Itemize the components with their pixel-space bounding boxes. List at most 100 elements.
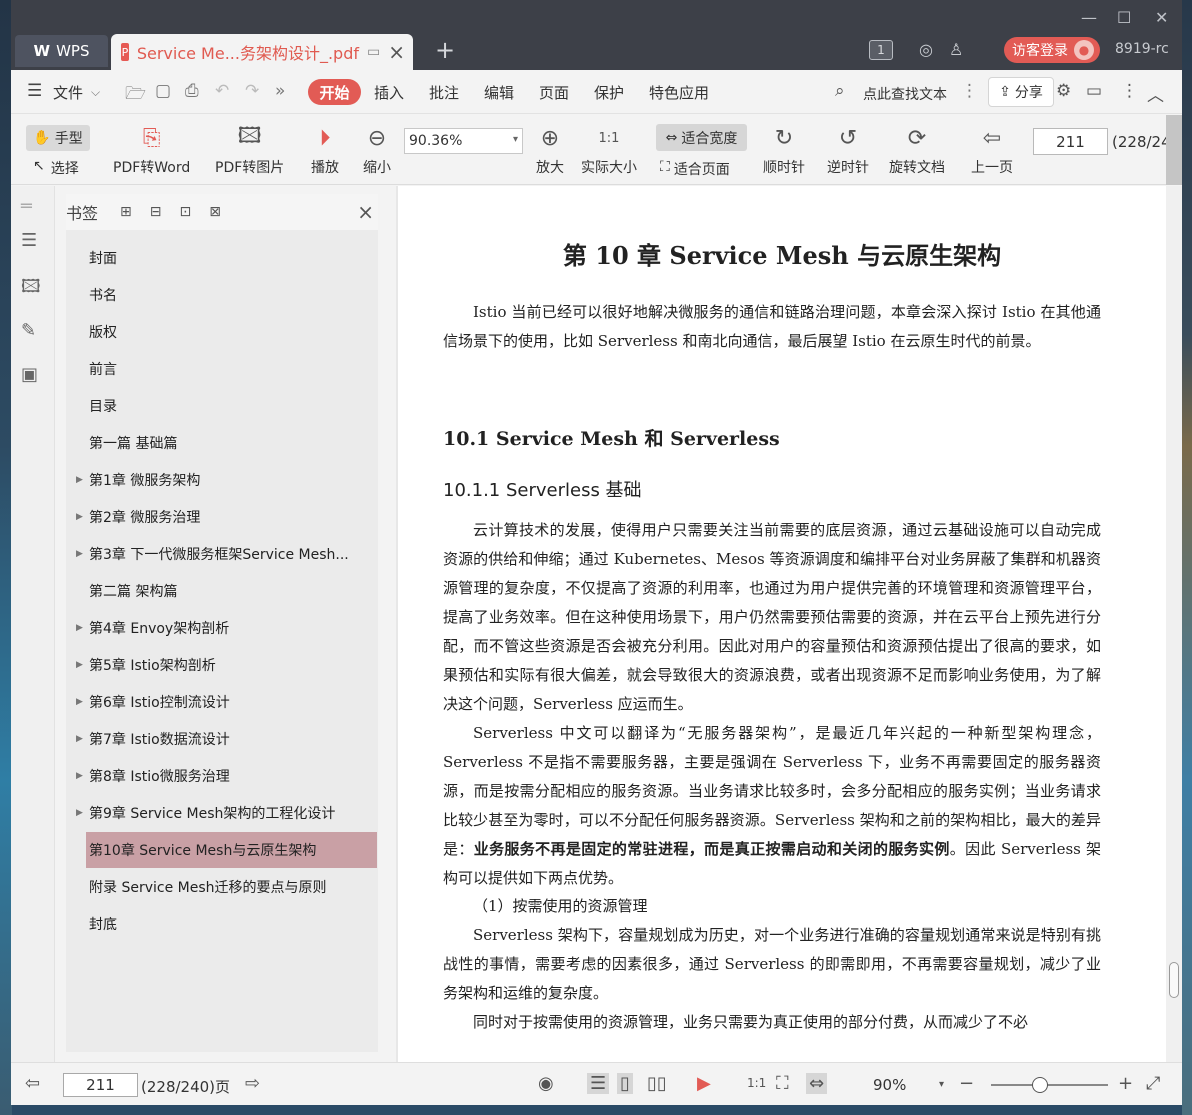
fullscreen-icon[interactable]: ⤢ [1146,1073,1160,1094]
zoom-slider-handle[interactable] [1032,1077,1048,1093]
tab-edit[interactable]: 编辑 [484,82,514,103]
double-page-view-icon[interactable]: ▯▯ [647,1073,667,1094]
expand-arrow-icon[interactable]: ▶ [76,549,83,559]
bookmark-item[interactable]: ▶ 第1章 微服务架构 [66,462,378,498]
hamburger-menu-icon[interactable]: ☰ [27,81,42,101]
actual-size-button[interactable]: 1:1 实际大小 [581,123,637,177]
toolbar-scroll[interactable] [1166,115,1182,185]
document-scrollbar[interactable] [1166,186,1182,1062]
zoom-out-icon[interactable]: − [959,1073,974,1094]
add-bookmark-icon[interactable]: ⊞ [120,204,132,220]
eye-protection-icon[interactable]: ◉ [538,1073,554,1094]
select-tool-button[interactable]: ↖ 选择 [33,158,79,178]
rotate-clockwise-button[interactable]: ↻ 顺时针 [763,123,805,177]
fit-width-icon[interactable]: ⇔ [806,1073,828,1094]
wps-home-tab[interactable]: W WPS [15,35,108,67]
maximize-button[interactable]: ☐ [1117,8,1131,27]
expand-arrow-icon[interactable]: ▶ [76,475,83,485]
play-icon[interactable]: ▶ [697,1073,711,1094]
bookmark-item[interactable]: ▶ 第9章 Service Mesh架构的工程化设计 [66,795,378,831]
bookmark-item[interactable]: 前言 [66,351,378,387]
tab-start[interactable]: 开始 [308,79,361,105]
status-zoom-value[interactable]: 90% [873,1076,906,1094]
close-window-button[interactable]: ✕ [1155,8,1168,27]
sync-icon[interactable]: ◎ [919,40,933,59]
zoom-in-button[interactable]: ⊕ 放大 [535,123,565,177]
share-button[interactable]: ⇪ 分享 [988,77,1054,107]
tab-protect[interactable]: 保护 [594,82,624,103]
pdf-to-image-button[interactable]: 🖾 PDF转图片 [215,123,284,177]
tab-preview-icon[interactable]: ▭ [367,44,380,60]
bookmark-item[interactable]: ▶ 第4章 Envoy架构剖析 [66,610,378,646]
bookmark-panel-icon[interactable]: ☰ [21,230,37,251]
expand-arrow-icon[interactable]: ▶ [76,808,83,818]
search-text-link[interactable]: 点此查找文本 [863,84,947,104]
new-tab-button[interactable]: + [435,36,455,64]
more-icon[interactable]: ⋮ [1121,81,1138,101]
expand-arrow-icon[interactable]: ▶ [76,734,83,744]
bookmark-item[interactable]: 封底 [66,906,378,942]
status-page-input[interactable]: 211 [63,1073,138,1097]
previous-page-button[interactable]: ⇦ 上一页 [971,123,1013,177]
signature-panel-icon[interactable]: ▣ [21,364,38,385]
fit-page-button[interactable]: ⛶ 适合页面 [660,159,730,179]
zoom-select[interactable]: 90.36% ▾ [404,128,523,154]
play-button[interactable]: ⏵ 播放 [310,123,340,177]
expand-arrow-icon[interactable]: ▶ [76,660,83,670]
page-number-input[interactable]: 211 [1033,128,1108,155]
collapse-all-icon[interactable]: ⊟ [150,204,162,220]
hand-tool-button[interactable]: ✋ 手型 [26,125,90,151]
bookmark-item[interactable]: ▶ 第2章 微服务治理 [66,499,378,535]
bookmark-item[interactable]: 第二篇 架构篇 [66,573,378,609]
bookmark-item[interactable]: ▶ 第3章 下一代微服务框架Service Mesh... [66,536,378,572]
zoom-in-icon[interactable]: + [1118,1073,1133,1094]
pdf-to-word-button[interactable]: ⎘ PDF转Word [113,123,190,177]
redo-icon[interactable]: ↷ [245,81,259,101]
expand-arrow-icon[interactable]: ▶ [76,623,83,633]
tab-annotate[interactable]: 批注 [429,82,459,103]
comment-icon[interactable]: ▭ [1086,81,1102,101]
fit-page-icon[interactable]: ⛶ [776,1073,789,1094]
expand-arrow-icon[interactable]: ▶ [76,512,83,522]
bookmark-item[interactable]: ▶第10章 Service Mesh与云原生架构 [86,832,377,868]
bookmark-item[interactable]: 第一篇 基础篇 [66,425,378,461]
bookmark-item[interactable]: 附录 Service Mesh迁移的要点与原则 [66,869,378,905]
zoom-slider-track[interactable] [991,1084,1108,1086]
tab-special-apps[interactable]: 特色应用 [649,82,709,103]
skin-icon[interactable]: ♙ [949,40,963,59]
expand-arrow-icon[interactable]: ▶ [76,697,83,707]
close-icon[interactable]: × [357,200,374,224]
chevron-down-icon[interactable]: ⌵ [91,85,100,100]
undo-icon[interactable]: ↶ [215,81,229,101]
bookmark-item[interactable]: ▶ 第8章 Istio微服务治理 [66,758,378,794]
document-tab[interactable]: P Service Me...务架构设计_.pdf ▭ × [111,34,413,70]
tab-insert[interactable]: 插入 [374,82,404,103]
bookmark-options-icon[interactable]: ⊠ [209,204,221,220]
close-tab-icon[interactable]: × [388,40,405,64]
rotate-document-button[interactable]: ⟳ 旋转文档 [889,123,945,177]
bookmark-item[interactable]: 目录 [66,388,378,424]
bookmark-item[interactable]: 封面 [66,240,378,276]
fit-width-button[interactable]: ⇔ 适合宽度 [656,124,747,151]
search-icon[interactable]: ⌕ [835,81,845,101]
window-count-badge[interactable]: 1 [869,40,893,60]
thumbnail-panel-icon[interactable]: 🖾 [21,274,41,304]
minimize-button[interactable]: — [1081,8,1097,27]
arrow-left-icon[interactable]: ⇦ [25,1073,40,1094]
gear-icon[interactable]: ⚙ [1056,81,1071,101]
more-vertical-icon[interactable]: ⋮ [961,81,978,101]
open-folder-icon[interactable]: 🗁 [125,81,146,110]
expand-all-icon[interactable]: ⊡ [179,204,191,220]
bookmark-item[interactable]: ▶ 第5章 Istio架构剖析 [66,647,378,683]
chevron-down-icon[interactable]: ▾ [939,1079,944,1090]
scroll-thumb[interactable] [1169,962,1179,998]
visitor-login-button[interactable]: 访客登录 ● [1004,37,1100,63]
more-tools-icon[interactable]: » [275,81,285,101]
print-icon[interactable]: ⎙ [185,81,199,101]
rotate-counterclockwise-button[interactable]: ↺ 逆时针 [827,123,869,177]
save-icon[interactable]: ▢ [155,81,171,101]
annotation-panel-icon[interactable]: ✎ [21,320,36,341]
bookmark-item[interactable]: ▶ 第7章 Istio数据流设计 [66,721,378,757]
continuous-view-icon[interactable]: ▯ [617,1073,633,1094]
bookmark-item[interactable]: ▶ 第6章 Istio控制流设计 [66,684,378,720]
